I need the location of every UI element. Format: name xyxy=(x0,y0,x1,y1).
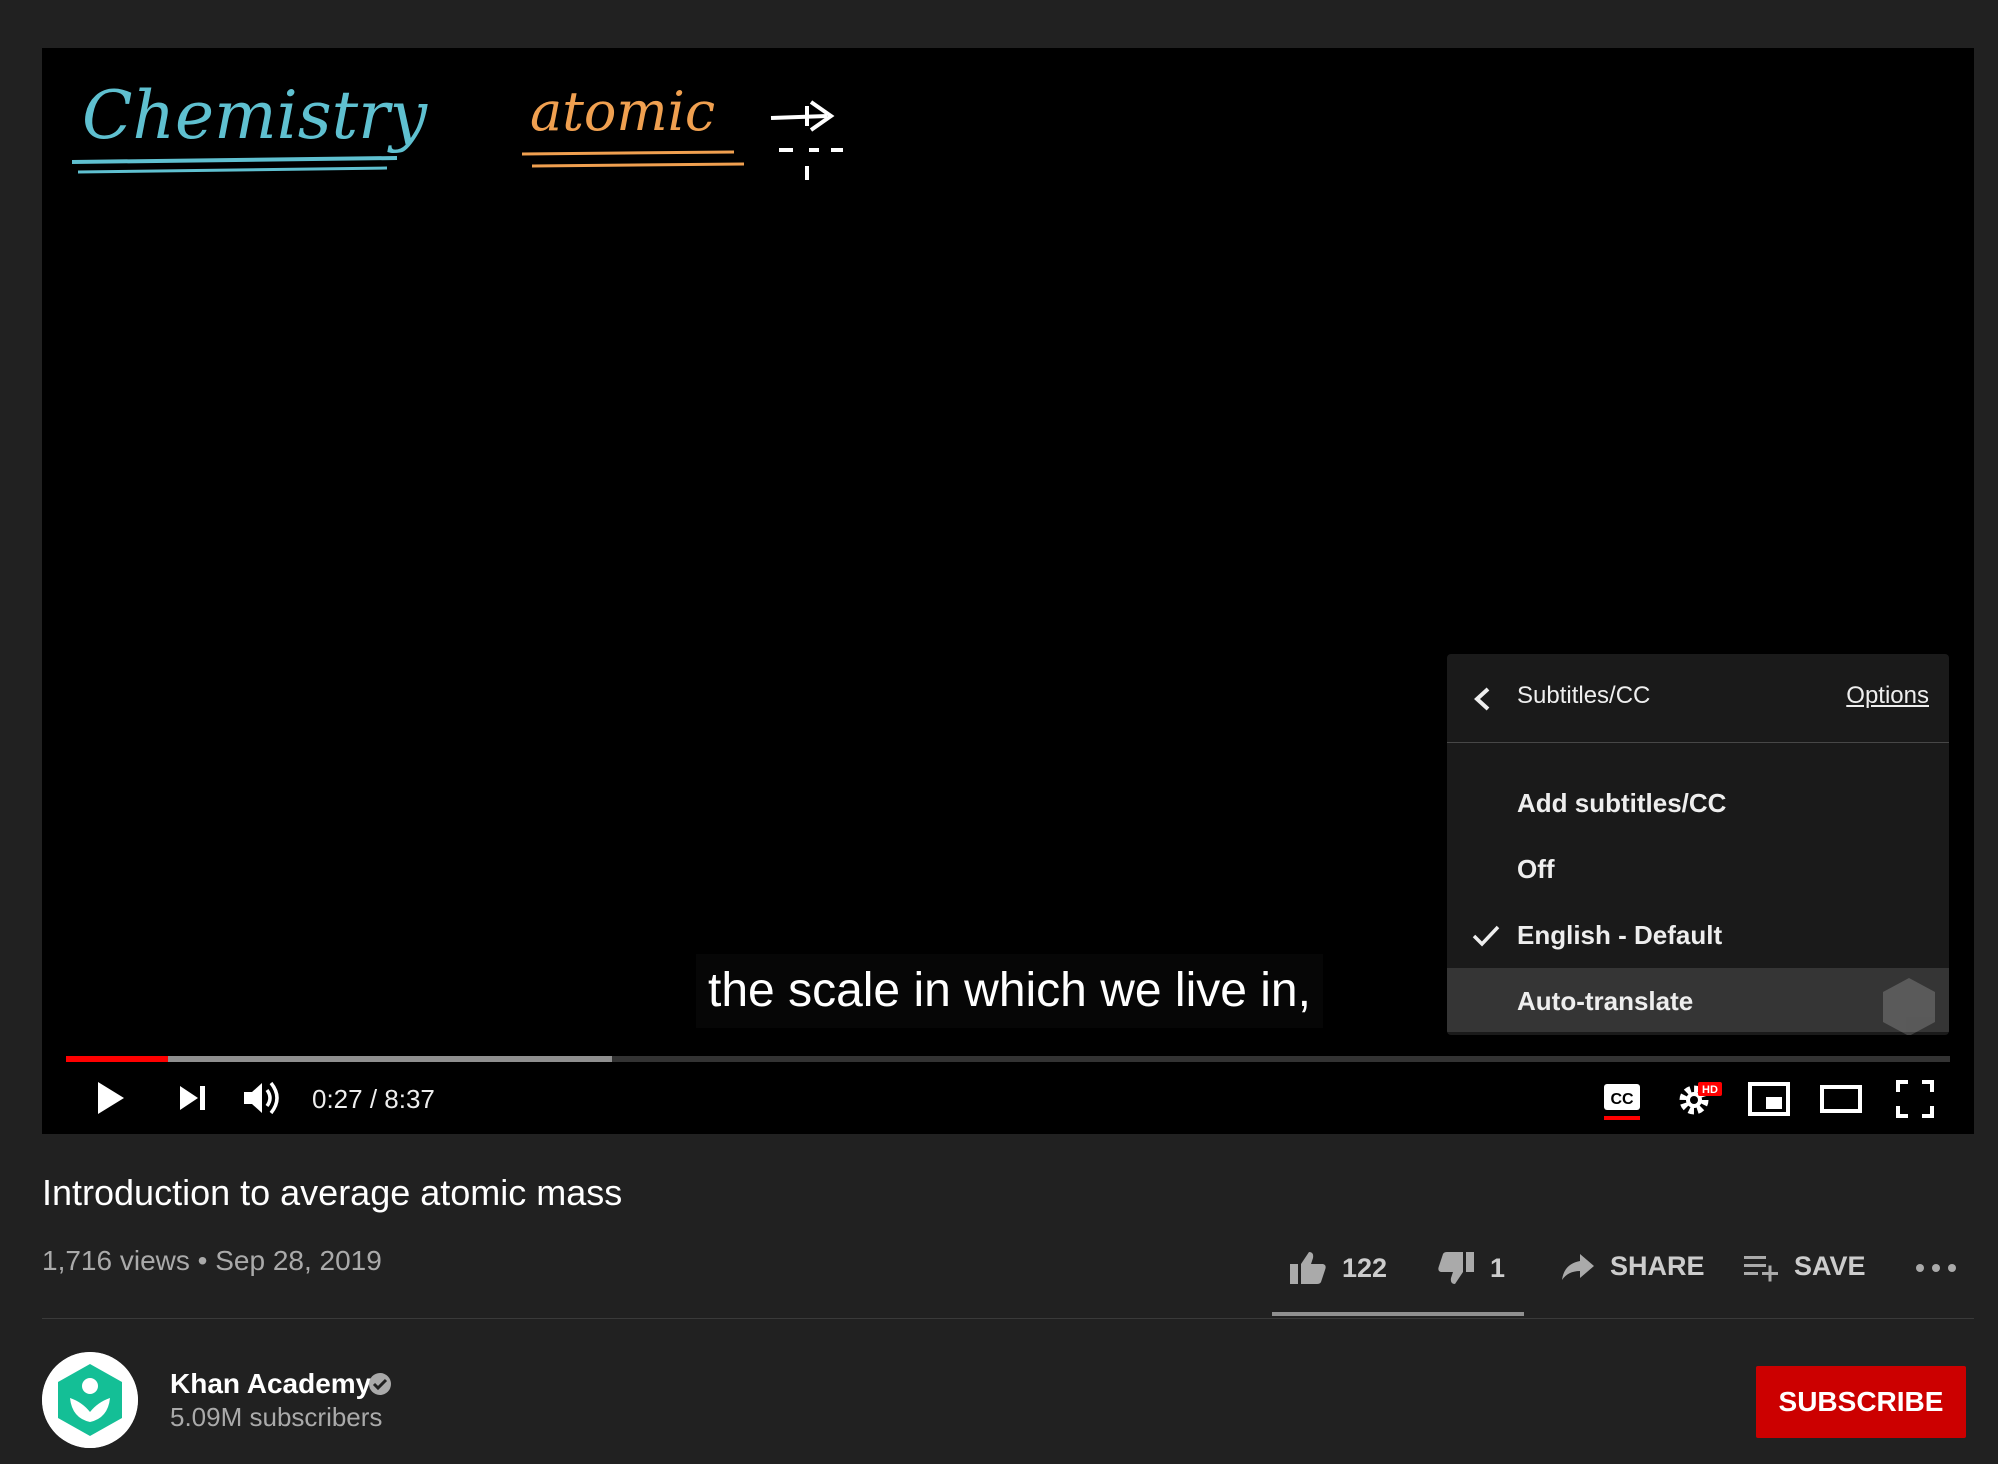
subscriber-count: 5.09M subscribers xyxy=(170,1402,383,1432)
channel-name[interactable]: Khan Academy xyxy=(170,1368,371,1400)
khan-academy-watermark-icon xyxy=(1883,978,1935,1035)
subtitle-caption: the scale in which we live in, xyxy=(696,954,1323,1028)
svg-text:Chemistry: Chemistry xyxy=(82,77,428,154)
menu-item-auto-translate[interactable]: Auto-translate xyxy=(1447,968,1949,1032)
menu-item-label: Off xyxy=(1517,854,1555,884)
play-button[interactable] xyxy=(90,1078,130,1118)
menu-item-off[interactable]: Off xyxy=(1447,836,1949,900)
volume-icon[interactable] xyxy=(240,1078,288,1118)
share-button[interactable]: SHARE xyxy=(1560,1250,1705,1282)
share-icon xyxy=(1562,1254,1594,1280)
handwriting-arrow xyxy=(770,100,843,180)
like-count: 122 xyxy=(1342,1252,1388,1283)
video-actions: 122 1 SHARE SAVE xyxy=(0,1240,1998,1300)
like-sentiment-bar xyxy=(1272,1312,1524,1316)
channel-avatar[interactable] xyxy=(42,1352,138,1448)
progress-played xyxy=(66,1056,168,1062)
subtitles-menu: Subtitles/CC Options Add subtitles/CC Of… xyxy=(1447,654,1949,1035)
more-actions-icon[interactable] xyxy=(1914,1250,1958,1286)
subscribe-button[interactable]: SUBSCRIBE xyxy=(1756,1366,1966,1438)
video-title: Introduction to average atomic mass xyxy=(42,1172,623,1213)
handwriting-atomic: atomic xyxy=(522,80,745,168)
divider xyxy=(42,1318,1974,1319)
video-player[interactable]: Chemistry atomic the scale in which we l… xyxy=(42,48,1974,1134)
subtitles-menu-header: Subtitles/CC Options xyxy=(1447,654,1949,743)
dislike-button[interactable]: 1 xyxy=(1436,1250,1505,1286)
menu-item-english-default[interactable]: English - Default xyxy=(1447,902,1949,966)
playlist-add-icon xyxy=(1744,1256,1778,1282)
menu-item-add-subtitles[interactable]: Add subtitles/CC xyxy=(1447,770,1949,834)
back-chevron-icon[interactable] xyxy=(1471,686,1493,712)
menu-item-label: English - Default xyxy=(1517,920,1723,950)
theater-mode-icon[interactable] xyxy=(1818,1078,1866,1122)
svg-text:atomic: atomic xyxy=(530,80,715,143)
svg-text:CC: CC xyxy=(1610,1091,1634,1108)
save-label: SAVE xyxy=(1794,1250,1866,1281)
svg-text:HD: HD xyxy=(1702,1084,1718,1096)
options-link[interactable]: Options xyxy=(1846,682,1929,710)
handwriting-chemistry: Chemistry xyxy=(72,77,428,174)
thumbs-up-icon xyxy=(1290,1252,1326,1284)
save-button[interactable]: SAVE xyxy=(1742,1250,1866,1282)
menu-item-label: Auto-translate xyxy=(1517,986,1694,1016)
subtitles-menu-title: Subtitles/CC xyxy=(1517,682,1651,709)
like-button[interactable]: 122 xyxy=(1288,1250,1387,1286)
miniplayer-icon[interactable] xyxy=(1746,1078,1794,1122)
closed-captions-icon[interactable]: CC xyxy=(1600,1078,1644,1122)
fullscreen-icon[interactable] xyxy=(1894,1078,1938,1122)
verified-check-icon xyxy=(369,1373,391,1395)
checkmark-icon xyxy=(1472,925,1500,947)
share-label: SHARE xyxy=(1610,1250,1705,1281)
progress-bar[interactable] xyxy=(66,1056,1950,1062)
menu-item-label: Add subtitles/CC xyxy=(1517,788,1727,818)
time-display: 0:27 / 8:37 xyxy=(312,1084,435,1114)
settings-gear-icon[interactable]: HD xyxy=(1674,1078,1724,1122)
thumbs-down-icon xyxy=(1438,1252,1474,1284)
next-button[interactable] xyxy=(172,1078,212,1118)
dislike-count: 1 xyxy=(1490,1252,1506,1283)
